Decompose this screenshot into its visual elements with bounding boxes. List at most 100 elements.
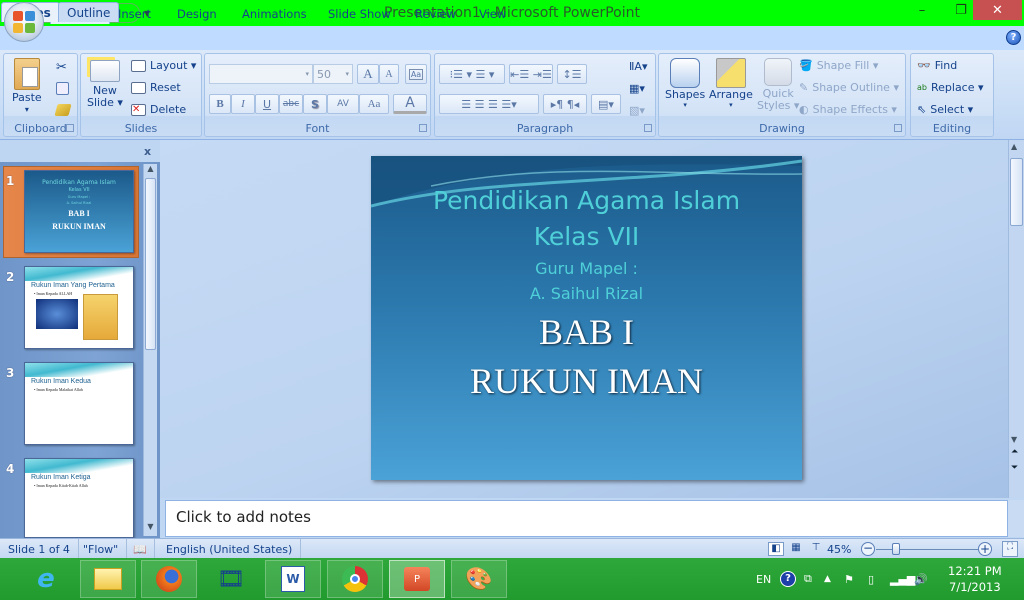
shapes-button[interactable]: Shapes ▾ (665, 58, 705, 109)
previous-slide-icon[interactable]: ⏶ (1011, 448, 1018, 457)
taskbar-chrome[interactable] (327, 560, 383, 598)
taskbar-firefox[interactable] (141, 560, 197, 598)
clipboard-launcher-icon[interactable] (66, 124, 74, 132)
shrink-font-button[interactable]: A (379, 64, 399, 84)
find-button[interactable]: 👓 Find (917, 59, 957, 72)
close-button[interactable]: ✕ (973, 0, 1022, 20)
drawing-launcher-icon[interactable] (894, 124, 902, 132)
shape-fill-button[interactable]: 🪣 Shape Fill ▾ (799, 59, 878, 72)
network-signal-icon[interactable]: ▂▄▆ (890, 558, 915, 600)
scroll-thumb[interactable] (145, 178, 156, 350)
copy-icon[interactable] (56, 82, 69, 95)
alignment-buttons[interactable]: ☰ ☰ ☰ ☰▾ (439, 94, 539, 114)
spelling-check-icon[interactable]: 📖 (125, 539, 155, 559)
cursor-icon: ⇖ (917, 103, 927, 116)
slide-sorter-icon[interactable]: ▦ (788, 542, 804, 556)
text-direction-icon[interactable]: ⅡA▾ (629, 60, 647, 73)
help-icon[interactable]: ? (1006, 30, 1021, 45)
office-button[interactable] (4, 2, 44, 42)
replace-button[interactable]: ab Replace ▾ (917, 81, 984, 94)
format-painter-icon[interactable] (54, 104, 72, 116)
tab-slide-show[interactable]: Slide Show (316, 3, 403, 24)
cut-icon[interactable]: ✂ (56, 60, 67, 75)
shape-outline-button[interactable]: ✎ Shape Outline ▾ (799, 81, 899, 94)
new-slide-button[interactable]: New Slide ▾ (87, 60, 123, 109)
clear-formatting-button[interactable]: Aa (405, 64, 427, 84)
paragraph-launcher-icon[interactable] (644, 124, 652, 132)
slides-pane-scrollbar[interactable]: ▲ ▼ (143, 164, 157, 536)
line-spacing-button[interactable]: ↕☰ (557, 64, 587, 84)
clock[interactable]: 12:21 PM 7/1/2013 (948, 558, 1002, 600)
next-slide-icon[interactable]: ⏷ (1011, 464, 1018, 473)
taskbar-powerpoint[interactable]: P (389, 560, 445, 598)
slide-show-icon[interactable]: ⊤ (808, 542, 824, 556)
battery-icon[interactable]: ▯ (868, 558, 874, 600)
restore-button[interactable]: ❐ (946, 0, 976, 20)
slide-scrollbar[interactable]: ▲ ▼ ⏶ ⏷ (1008, 140, 1024, 498)
tray-help-icon[interactable]: ? (780, 558, 796, 600)
taskbar-media-player[interactable]: 🎞 (203, 560, 259, 598)
bold-button[interactable]: B (209, 94, 231, 114)
font-color-button[interactable]: A (393, 94, 427, 114)
scroll-down-icon[interactable]: ▼ (1011, 435, 1017, 444)
minimize-button[interactable]: – (907, 0, 937, 20)
paste-button[interactable]: Paste ▾ (12, 58, 42, 114)
notes-scrollbar[interactable] (1008, 500, 1024, 537)
character-spacing-button[interactable]: AV (327, 94, 359, 114)
taskbar-file-explorer[interactable] (80, 560, 136, 598)
tab-animations[interactable]: Animations (230, 3, 319, 24)
notes-field[interactable]: Click to add notes (165, 500, 1008, 537)
normal-view-icon[interactable]: ◧ (768, 542, 784, 556)
tab-view[interactable]: View (467, 3, 518, 24)
font-size-box[interactable]: 50 ▾ (313, 64, 353, 84)
layout-button[interactable]: Layout ▾ (131, 59, 196, 72)
font-launcher-icon[interactable] (419, 124, 427, 132)
tab-design[interactable]: Design (165, 3, 229, 24)
smartart-icon[interactable]: ▧▾ (629, 104, 645, 117)
zoom-slider-thumb[interactable] (891, 543, 900, 555)
taskbar-paint[interactable]: 🎨 (451, 560, 507, 598)
quick-styles-button[interactable]: Quick Styles ▾ (757, 58, 799, 112)
arrange-button[interactable]: Arrange ▾ (709, 58, 753, 109)
slide-thumbnail-2[interactable]: Rukun Iman Yang Pertama • Iman Kepada AL… (24, 266, 134, 349)
zoom-out-icon[interactable]: − (861, 542, 875, 556)
strikethrough-button[interactable]: abc (279, 94, 303, 114)
bullets-button[interactable]: ⁝☰ ▾ ☰ ▾ (439, 64, 505, 84)
scroll-thumb[interactable] (1010, 158, 1023, 226)
scroll-down-icon[interactable]: ▼ (144, 522, 157, 536)
tab-review[interactable]: Review (403, 3, 468, 24)
slide-thumbnail-1[interactable]: Pendidikan Agama Islam Kelas VII Guru Ma… (24, 170, 134, 253)
volume-icon[interactable]: 🔊 (914, 558, 928, 600)
select-button[interactable]: ⇖ Select ▾ (917, 103, 973, 116)
slide-thumbnail-3[interactable]: Rukun Iman Kedua • Iman Kepada Malaikat … (24, 362, 134, 445)
action-center-flag-icon[interactable]: ⚑ (844, 558, 854, 600)
delete-button[interactable]: ✕ Delete (131, 103, 186, 116)
change-case-button[interactable]: Aa (359, 94, 389, 114)
align-text-icon[interactable]: ▦▾ (629, 82, 645, 95)
shape-effects-button[interactable]: ◐ Shape Effects ▾ (799, 103, 897, 116)
columns-button[interactable]: ▤▾ (591, 94, 621, 114)
current-slide[interactable]: Pendidikan Agama Islam Kelas VII Guru Ma… (371, 156, 802, 480)
underline-button[interactable]: U (255, 94, 279, 114)
language-indicator[interactable]: English (United States) (158, 539, 302, 559)
tray-window-icon[interactable]: ⧉ (804, 558, 812, 600)
zoom-in-icon[interactable]: + (978, 542, 992, 556)
taskbar-word[interactable]: W (265, 560, 321, 598)
reset-button[interactable]: Reset (131, 81, 181, 94)
font-name-box[interactable]: ▾ (209, 64, 313, 84)
tray-language[interactable]: EN (756, 558, 771, 600)
grow-font-button[interactable]: A (357, 64, 379, 84)
fit-to-window-icon[interactable]: ⛶ (1002, 541, 1018, 557)
slide-thumbnail-4[interactable]: Rukun Iman Ketiga • Iman Kepada Kitab-Ki… (24, 458, 134, 538)
italic-button[interactable]: I (231, 94, 255, 114)
text-direction-buttons[interactable]: ▸¶ ¶◂ (543, 94, 587, 114)
taskbar-internet-explorer[interactable]: e (18, 560, 74, 598)
tab-outline[interactable]: Outline (58, 2, 120, 22)
zoom-level[interactable]: 45% (823, 539, 855, 559)
close-pane-icon[interactable]: x (144, 145, 151, 158)
shadow-button[interactable]: S (303, 94, 327, 114)
tray-show-hidden-icon[interactable]: ▲ (824, 558, 831, 600)
scroll-up-icon[interactable]: ▲ (144, 164, 157, 178)
indent-buttons[interactable]: ⇤☰ ⇥☰ (509, 64, 553, 84)
scroll-up-icon[interactable]: ▲ (1011, 142, 1017, 151)
